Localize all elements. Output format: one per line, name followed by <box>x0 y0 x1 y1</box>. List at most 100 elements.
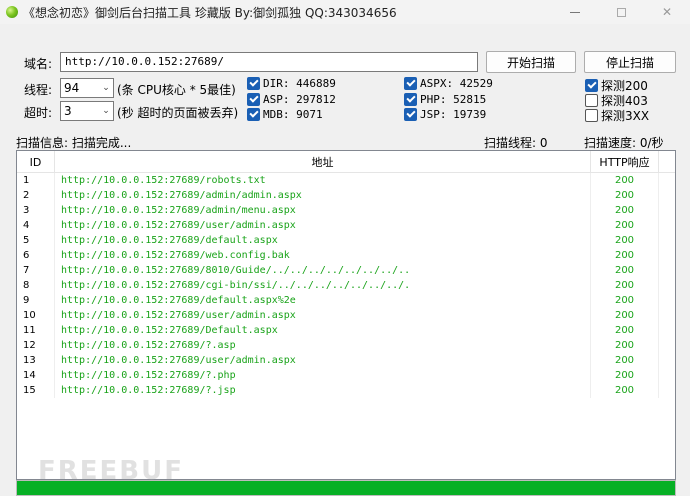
row-id: 11 <box>17 323 55 338</box>
checkbox-checked-icon <box>585 79 598 92</box>
row-url: http://10.0.0.152:27689/cgi-bin/ssi/../.… <box>55 278 591 293</box>
scan-progress-fill <box>17 481 675 495</box>
domain-label: 域名: <box>24 57 53 71</box>
checkbox-unchecked-icon <box>585 94 598 107</box>
row-http-code: 200 <box>591 353 659 368</box>
row-http-code: 200 <box>591 368 659 383</box>
checkbox-checked-icon <box>404 93 417 106</box>
row-id: 3 <box>17 203 55 218</box>
row-url: http://10.0.0.152:27689/?.jsp <box>55 383 591 398</box>
row-filler <box>659 263 675 278</box>
dict-aspx-checkbox[interactable]: ASPX: 42529 <box>404 77 493 90</box>
close-button[interactable]: ✕ <box>644 0 690 24</box>
row-id: 1 <box>17 173 55 188</box>
checkbox-checked-icon <box>247 93 260 106</box>
scan-speed-status: 扫描速度: 0/秒 <box>584 136 664 150</box>
timeout-select[interactable]: 3 ⌄ <box>60 101 114 121</box>
row-filler <box>659 173 675 188</box>
row-filler <box>659 308 675 323</box>
row-url: http://10.0.0.152:27689/admin/menu.aspx <box>55 203 591 218</box>
stop-scan-button[interactable]: 停止扫描 <box>584 51 676 73</box>
table-row[interactable]: 4 http://10.0.0.152:27689/user/admin.aspx… <box>17 218 675 233</box>
threads-hint: (条 CPU核心 * 5最佳) <box>117 83 236 97</box>
table-row[interactable]: 15 http://10.0.0.152:27689/?.jsp 200 <box>17 383 675 398</box>
dict-php-checkbox[interactable]: PHP: 52815 <box>404 93 486 106</box>
checkbox-checked-icon <box>247 77 260 90</box>
row-id: 12 <box>17 338 55 353</box>
row-url: http://10.0.0.152:27689/Default.aspx <box>55 323 591 338</box>
table-row[interactable]: 10 http://10.0.0.152:27689/user/admin.asp… <box>17 308 675 323</box>
dict-jsp-checkbox[interactable]: JSP: 19739 <box>404 108 486 121</box>
row-http-code: 200 <box>591 323 659 338</box>
row-filler <box>659 368 675 383</box>
column-header-url[interactable]: 地址 <box>55 151 591 173</box>
row-filler <box>659 278 675 293</box>
row-id: 7 <box>17 263 55 278</box>
dict-asp-checkbox[interactable]: ASP: 297812 <box>247 93 336 106</box>
minimize-button[interactable] <box>552 0 598 24</box>
row-id: 4 <box>17 218 55 233</box>
row-url: http://10.0.0.152:27689/default.aspx <box>55 233 591 248</box>
row-filler <box>659 203 675 218</box>
table-row[interactable]: 11 http://10.0.0.152:27689/Default.aspx 20… <box>17 323 675 338</box>
row-filler <box>659 353 675 368</box>
table-row[interactable]: 9 http://10.0.0.152:27689/default.aspx%2e… <box>17 293 675 308</box>
probe-3xx-checkbox[interactable]: 探测3XX <box>585 107 649 124</box>
dict-php-label: PHP: 52815 <box>420 93 487 106</box>
threads-value: 94 <box>64 81 80 95</box>
probe-3xx-label: 探测3XX <box>601 109 650 123</box>
checkbox-checked-icon <box>404 77 417 90</box>
domain-input[interactable]: http://10.0.0.152:27689/ <box>60 52 478 72</box>
column-header-id[interactable]: ID <box>17 151 55 173</box>
chevron-down-icon: ⌄ <box>102 106 110 116</box>
maximize-icon <box>616 7 626 17</box>
table-row[interactable]: 6 http://10.0.0.152:27689/web.config.bak 2… <box>17 248 675 263</box>
row-http-code: 200 <box>591 218 659 233</box>
timeout-value: 3 <box>64 104 72 118</box>
table-row[interactable]: 13 http://10.0.0.152:27689/user/admin.asp… <box>17 353 675 368</box>
row-id: 15 <box>17 383 55 398</box>
maximize-button[interactable] <box>598 0 644 24</box>
table-row[interactable]: 7 http://10.0.0.152:27689/8010/Guide/../.… <box>17 263 675 278</box>
results-table[interactable]: ID 地址 HTTP响应 1 http://10.0.0.152:27689/ro… <box>16 150 676 480</box>
row-url: http://10.0.0.152:27689/user/admin.aspx <box>55 353 591 368</box>
window-title: 《想念初恋》御剑后台扫描工具 珍藏版 By:御剑孤独 QQ:343034656 <box>23 5 397 20</box>
dict-mdb-label: MDB: 9071 <box>263 108 323 121</box>
row-url: http://10.0.0.152:27689/?.asp <box>55 338 591 353</box>
dict-jsp-label: JSP: 19739 <box>420 108 487 121</box>
row-url: http://10.0.0.152:27689/robots.txt <box>55 173 591 188</box>
row-id: 8 <box>17 278 55 293</box>
row-http-code: 200 <box>591 173 659 188</box>
column-header-filler <box>659 151 675 173</box>
threads-select[interactable]: 94 ⌄ <box>60 78 114 98</box>
table-row[interactable]: 2 http://10.0.0.152:27689/admin/admin.asp… <box>17 188 675 203</box>
window-controls: ✕ <box>552 0 690 24</box>
column-header-http[interactable]: HTTP响应 <box>591 151 659 173</box>
row-http-code: 200 <box>591 293 659 308</box>
table-row[interactable]: 8 http://10.0.0.152:27689/cgi-bin/ssi/../… <box>17 278 675 293</box>
row-url: http://10.0.0.152:27689/admin/admin.aspx <box>55 188 591 203</box>
dict-dir-checkbox[interactable]: DIR: 446889 <box>247 77 336 90</box>
row-http-code: 200 <box>591 338 659 353</box>
timeout-label: 超时: <box>24 106 53 120</box>
dict-mdb-checkbox[interactable]: MDB: 9071 <box>247 108 323 121</box>
row-url: http://10.0.0.152:27689/user/admin.aspx <box>55 308 591 323</box>
row-http-code: 200 <box>591 278 659 293</box>
row-id: 6 <box>17 248 55 263</box>
table-row[interactable]: 12 http://10.0.0.152:27689/?.asp 200 <box>17 338 675 353</box>
row-id: 10 <box>17 308 55 323</box>
dict-asp-label: ASP: 297812 <box>263 93 336 106</box>
table-row[interactable]: 1 http://10.0.0.152:27689/robots.txt 200 <box>17 173 675 188</box>
row-id: 2 <box>17 188 55 203</box>
row-filler <box>659 338 675 353</box>
table-row[interactable]: 5 http://10.0.0.152:27689/default.aspx 200 <box>17 233 675 248</box>
table-body: 1 http://10.0.0.152:27689/robots.txt 200 2 h… <box>17 173 675 398</box>
table-row[interactable]: 3 http://10.0.0.152:27689/admin/menu.aspx… <box>17 203 675 218</box>
timeout-hint: (秒 超时的页面被丢弃) <box>117 106 239 120</box>
row-id: 9 <box>17 293 55 308</box>
row-url: http://10.0.0.152:27689/user/admin.aspx <box>55 218 591 233</box>
row-http-code: 200 <box>591 263 659 278</box>
row-filler <box>659 218 675 233</box>
table-row[interactable]: 14 http://10.0.0.152:27689/?.php 200 <box>17 368 675 383</box>
start-scan-button[interactable]: 开始扫描 <box>486 51 576 73</box>
